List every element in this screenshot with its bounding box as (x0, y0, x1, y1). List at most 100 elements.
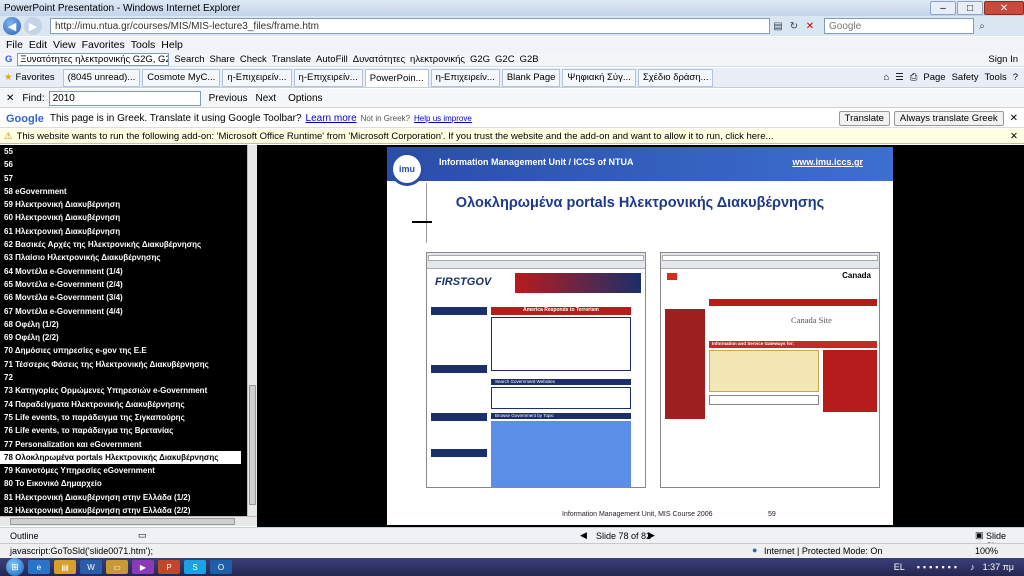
translate-close-icon[interactable]: ✕ (1010, 113, 1018, 124)
find-next-button[interactable]: Next (256, 93, 277, 104)
refresh-icon[interactable]: ↻ (786, 19, 802, 33)
gtool-term-2[interactable]: ηλεκτρονικής (410, 54, 465, 65)
outline-item[interactable]: 72 (0, 371, 247, 384)
maximize-button[interactable]: □ (957, 1, 983, 15)
tab-cosmote[interactable]: Cosmote MyC... (142, 68, 221, 87)
outline-tab[interactable]: Outline (10, 531, 39, 541)
translate-button[interactable]: Translate (838, 111, 890, 126)
gtool-search[interactable]: Search (174, 54, 204, 65)
outline-item[interactable]: 60 Ηλεκτρονική Διακυβέρνηση (0, 211, 247, 224)
outline-item[interactable]: 69 Οφέλη (2/2) (0, 331, 247, 344)
word-icon[interactable]: W (80, 560, 102, 574)
find-options-button[interactable]: Options (288, 93, 322, 104)
find-input[interactable]: 2010 (48, 90, 201, 106)
gtool-term-5[interactable]: G2B (520, 54, 539, 65)
outline-item[interactable]: 79 Καινοτόμες Υπηρεσίες eGovernment (0, 464, 247, 477)
notes-icon[interactable]: ▭ (138, 530, 147, 541)
gtool-term-1[interactable]: Δυνατότητες (353, 54, 405, 65)
tab-mail[interactable]: (8045 unread)... (62, 68, 141, 87)
slideshow-icon[interactable]: ▣ (975, 530, 984, 541)
language-indicator[interactable]: EL (894, 562, 905, 572)
page-menu[interactable]: Page (923, 72, 945, 83)
outline-item[interactable]: 71 Τέσσερις Φάσεις της Ηλεκτρονικής Διακ… (0, 358, 247, 371)
tab-psifiaki[interactable]: Ψηφιακή Σύγ... (562, 68, 636, 87)
home-icon[interactable]: ⌂ (884, 72, 890, 83)
next-slide-button[interactable]: ▶ (648, 530, 655, 541)
volume-icon[interactable]: ♪ (970, 562, 975, 572)
tools-menu[interactable]: Tools (985, 72, 1007, 83)
menu-view[interactable]: View (53, 39, 76, 51)
outline-item[interactable]: 57 (0, 172, 247, 185)
find-close-icon[interactable]: ✕ (6, 93, 14, 104)
outline-item[interactable]: 82 Ηλεκτρονική Διακυβέρνηση στην Ελλάδα … (0, 504, 247, 516)
gtool-share[interactable]: Share (210, 54, 235, 65)
gtool-term-3[interactable]: G2G (470, 54, 490, 65)
outline-item[interactable]: 61 Ηλεκτρονική Διακυβέρνηση (0, 225, 247, 238)
tab-powerpoint[interactable]: PowerPoin... (364, 68, 429, 87)
explorer-icon[interactable]: ▤ (54, 560, 76, 574)
compat-view-icon[interactable]: ▤ (770, 19, 786, 33)
safety-menu[interactable]: Safety (952, 72, 979, 83)
find-previous-button[interactable]: Previous (209, 93, 248, 104)
info-bar[interactable]: ⚠ This website wants to run the followin… (0, 129, 1024, 144)
tab-blank-page[interactable]: Blank Page (501, 68, 561, 87)
gtool-autofill[interactable]: AutoFill (316, 54, 348, 65)
outline-item[interactable]: 70 Δημόσιες υπηρεσίες e-gov της Ε.Ε (0, 344, 247, 357)
outline-item[interactable]: 77 Personalization και eGovernment (0, 438, 247, 451)
zoom-level[interactable]: 100% (975, 546, 998, 556)
help-improve-link[interactable]: Help us improve (414, 114, 472, 123)
info-close-icon[interactable]: ✕ (1010, 131, 1018, 142)
slide-url-link[interactable]: www.imu.iccs.gr (792, 157, 863, 167)
skype-icon[interactable]: S (184, 560, 206, 574)
outline-item[interactable]: 74 Παραδείγματα Ηλεκτρονικής Διακυβέρνησ… (0, 398, 247, 411)
scroll-thumb-h[interactable] (10, 518, 235, 525)
feeds-icon[interactable]: ☰ (895, 72, 904, 83)
outline-item[interactable]: 73 Κατηγορίες Ορμώμενες Υπηρεσιών e-Gove… (0, 384, 247, 397)
url-field[interactable]: http://imu.ntua.gr/courses/MIS/MIS-lectu… (50, 18, 770, 34)
signin-link[interactable]: Sign In (988, 54, 1018, 65)
gtool-check[interactable]: Check (240, 54, 267, 65)
learn-more-link[interactable]: Learn more (306, 113, 357, 124)
minimize-button[interactable]: – (930, 1, 956, 15)
menu-file[interactable]: File (6, 39, 23, 51)
outline-item[interactable]: 64 Μοντέλα e-Government (1/4) (0, 265, 247, 278)
outline-item[interactable]: 80 Το Εικονικό Δημαρχείο (0, 477, 247, 490)
outline-item[interactable]: 78 Ολοκληρωμένα portals Ηλεκτρονικής Δια… (0, 450, 241, 465)
menu-favorites[interactable]: Favorites (82, 39, 125, 51)
outline-item[interactable]: 59 Ηλεκτρονική Διακυβέρνηση (0, 198, 247, 211)
always-translate-button[interactable]: Always translate Greek (893, 111, 1004, 126)
outline-item[interactable]: 66 Μοντέλα e-Government (3/4) (0, 291, 247, 304)
tab-epixeirein-1[interactable]: η-Επιχειρείν... (222, 68, 292, 87)
outline-vertical-scrollbar[interactable] (247, 145, 257, 516)
outline-item[interactable]: 55 (0, 145, 247, 158)
outline-item[interactable]: 56 (0, 158, 247, 171)
help-icon[interactable]: ? (1013, 72, 1018, 83)
outline-item[interactable]: 63 Πλαίσιο Ηλεκτρονικής Διακυβέρνησης (0, 251, 247, 264)
menu-tools[interactable]: Tools (131, 39, 156, 51)
tray-icons[interactable]: ▪▪▪▪▪▪▪ (917, 562, 960, 572)
folder-icon[interactable]: ▭ (106, 560, 128, 574)
tab-epixeirein-2[interactable]: η-Επιχειρείν... (293, 68, 363, 87)
clock[interactable]: 1:37 πμ (983, 562, 1014, 572)
media-icon[interactable]: ▶ (132, 560, 154, 574)
outline-item[interactable]: 58 eGovernment (0, 185, 247, 198)
forward-button[interactable]: ▶ (24, 17, 42, 35)
outline-item[interactable]: 75 Life events, το παράδειγμα της Σιγκαπ… (0, 411, 247, 424)
close-button[interactable]: ✕ (984, 1, 1024, 15)
search-input[interactable]: Google (824, 18, 974, 34)
outlook-icon[interactable]: O (210, 560, 232, 574)
outline-item[interactable]: 68 Οφέλη (1/2) (0, 318, 247, 331)
menu-edit[interactable]: Edit (29, 39, 47, 51)
outline-item[interactable]: 65 Μοντέλα e-Government (2/4) (0, 278, 247, 291)
print-icon[interactable]: ⎙ (910, 72, 918, 83)
gtool-term-4[interactable]: G2C (495, 54, 515, 65)
outline-horizontal-scrollbar[interactable] (0, 516, 257, 526)
google-query-input[interactable]: Ξυνατότητες ηλεκτρονικής G2G, G2C, G2B (17, 53, 170, 66)
outline-item[interactable]: 67 Μοντέλα e-Government (4/4) (0, 305, 247, 318)
start-button[interactable]: ⊞ (6, 558, 24, 576)
tab-epixeirein-3[interactable]: η-Επιχειρείν... (430, 68, 500, 87)
tab-sxedio[interactable]: Σχέδιο δράση... (637, 68, 714, 87)
info-bar-text[interactable]: This website wants to run the following … (17, 131, 1005, 142)
outline-item[interactable]: 81 Ηλεκτρονική Διακυβέρνηση στην Ελλάδα … (0, 491, 247, 504)
menu-help[interactable]: Help (161, 39, 183, 51)
